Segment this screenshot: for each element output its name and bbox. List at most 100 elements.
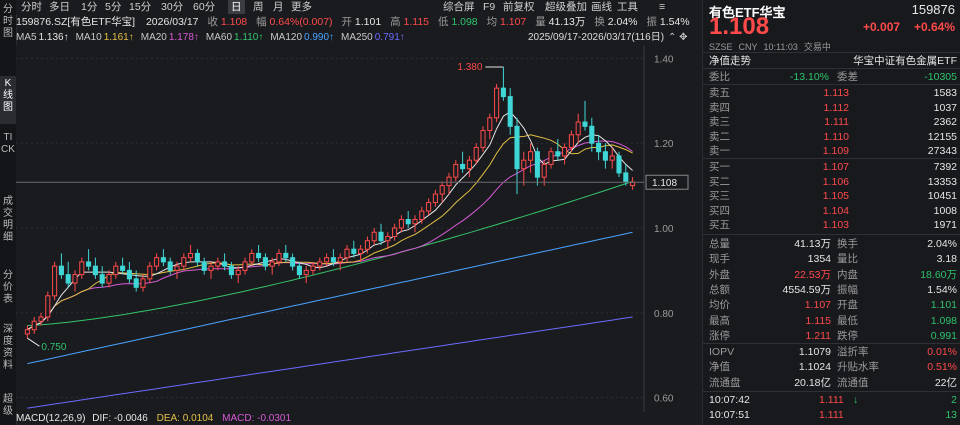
period-button-2[interactable]: 1分 <box>78 0 100 14</box>
iopv-row: 净值 1.1024 升贴水率 0.51% <box>709 360 957 374</box>
candle-body <box>548 151 554 165</box>
kline-chart-svg[interactable]: 1.40 1.20 1.00 0.80 0.60 1.380 0.750 1.108 <box>16 46 700 412</box>
ma-arrow-icon: ↑ <box>193 32 199 43</box>
stats-label: 换手 <box>837 238 858 250</box>
period-button-8[interactable]: 周 <box>250 0 267 14</box>
left-tab-1[interactable]: K线图 <box>0 76 16 124</box>
asks-price: 1.110 <box>823 130 850 143</box>
kline-chart[interactable]: 1.40 1.20 1.00 0.80 0.60 1.380 0.750 1.108 <box>16 46 700 412</box>
iopv-value: 0.01% <box>927 346 957 358</box>
y-tick-label: 0.60 <box>654 394 674 405</box>
candle-body <box>290 257 296 267</box>
collapse-icon[interactable]: ⌃ ✥ <box>668 31 688 45</box>
period-button-7[interactable]: 日 <box>228 0 245 14</box>
stats-value: 1.115 <box>805 314 832 327</box>
divider <box>703 68 960 69</box>
candle-body <box>188 252 194 259</box>
period-button-1[interactable]: 多日 <box>46 0 73 14</box>
candle-body <box>460 163 466 170</box>
stats-value: 1.098 <box>930 314 957 327</box>
candle-body <box>296 265 302 276</box>
bids-row[interactable]: 买三 1.105 10451 <box>709 189 957 203</box>
y-tick-label: 1.20 <box>654 139 674 150</box>
left-tab-2[interactable]: TICK <box>0 130 16 188</box>
tick-row: 10:07:51 1.111 13 <box>709 408 957 422</box>
tool-button-3[interactable]: 超级叠加 <box>542 0 590 14</box>
iopv-value: 0.51% <box>927 361 957 374</box>
stats-row: 总额 4554.59万 振幅 1.54% <box>709 283 957 297</box>
chart-background <box>16 46 700 412</box>
period-button-4[interactable]: 15分 <box>126 0 154 14</box>
date-range: 2025/09/17-2026/03/17(116日) <box>528 32 665 43</box>
close-label: 收 <box>207 16 218 28</box>
candle-body <box>371 231 377 242</box>
y-tick-label: 1.40 <box>654 54 674 65</box>
tool-button-2[interactable]: 前复权 <box>500 0 538 14</box>
ma-arrow-icon: ↑ <box>128 32 134 43</box>
asks-label: 卖三 <box>709 116 730 129</box>
period-button-9[interactable]: 月 <box>270 0 287 14</box>
nav-trend-link[interactable]: 净值走势 <box>709 55 751 67</box>
candle-body <box>167 261 173 271</box>
asks-row[interactable]: 卖二 1.110 12155 <box>709 130 957 144</box>
candle-body <box>426 202 432 212</box>
open-label: 开 <box>341 16 352 28</box>
candle-body <box>616 155 622 174</box>
left-tab-3[interactable]: 成交明细 <box>0 194 16 262</box>
window-menu-icon[interactable]: ≡ <box>656 0 668 14</box>
iopv-label: 流通盘 <box>709 376 741 389</box>
asks-label: 卖一 <box>709 145 730 158</box>
stats-row: 现手 1354 量比 3.18 <box>709 252 957 266</box>
stats-label: 现手 <box>709 253 730 266</box>
left-tab-4[interactable]: 分价表 <box>0 268 16 314</box>
period-button-6[interactable]: 60分 <box>190 0 218 14</box>
asks-row[interactable]: 卖一 1.109 27343 <box>709 144 957 158</box>
left-tab-6[interactable]: 超级 <box>0 392 16 424</box>
period-button-5[interactable]: 30分 <box>158 0 186 14</box>
macd-indicator-line: MACD(12,26,9) DIF: -0.0046 DEA: 0.0104 M… <box>16 412 700 425</box>
left-tab-5[interactable]: 深度资料 <box>0 322 16 384</box>
candle-body <box>228 265 234 276</box>
bids-price: 1.103 <box>822 219 849 232</box>
divider <box>703 343 960 344</box>
period-button-10[interactable]: 更多 <box>288 0 315 14</box>
candle-body <box>31 320 37 331</box>
change-label: 幅 <box>256 16 267 28</box>
dif-label: DIF: <box>92 413 112 424</box>
period-button-3[interactable]: 5分 <box>102 0 124 14</box>
bids-row[interactable]: 买五 1.103 1971 <box>709 218 957 232</box>
ma-value: 0.990 <box>304 32 330 43</box>
candle-body <box>453 163 459 178</box>
asks-row[interactable]: 卖三 1.111 2362 <box>709 115 957 129</box>
asks-row[interactable]: 卖四 1.112 1037 <box>709 101 957 115</box>
bids-label: 买二 <box>709 175 730 188</box>
candle-body <box>92 265 98 276</box>
tool-button-4[interactable]: 画线 <box>588 0 615 14</box>
stats-value: 2.04% <box>927 238 957 250</box>
candle-body <box>154 257 160 267</box>
left-tab-0[interactable]: 分时图 <box>0 2 16 44</box>
stats-label: 总量 <box>709 238 730 250</box>
iopv-label: 流通值 <box>837 376 869 389</box>
weibi-row: 委比 -13.10% 委差 -10305 <box>709 70 957 84</box>
ma-arrow-icon: ↑ <box>399 32 405 43</box>
bids-row[interactable]: 买一 1.107 7392 <box>709 160 957 174</box>
tool-button-0[interactable]: 综合屏 <box>440 0 478 14</box>
candle-body <box>147 265 153 280</box>
info-date: 2026/03/17 <box>145 16 199 28</box>
period-button-0[interactable]: 分时 <box>18 0 45 14</box>
avg-value: 1.107 <box>499 16 527 28</box>
bids-row[interactable]: 买二 1.106 13353 <box>709 175 957 189</box>
asks-row[interactable]: 卖五 1.113 1583 <box>709 86 957 100</box>
tool-button-1[interactable]: F9 <box>480 0 498 14</box>
ma-item-ma5: MA5 1.136↑ <box>16 32 69 43</box>
candle-body <box>555 151 561 157</box>
candle-body <box>412 219 418 225</box>
tool-button-5[interactable]: 工具 <box>614 0 641 14</box>
candle-body <box>378 231 384 242</box>
bids-volume: 7392 <box>933 161 957 173</box>
bids-row[interactable]: 买四 1.104 1008 <box>709 204 957 218</box>
stats-label: 总额 <box>709 283 730 296</box>
asks-volume: 12155 <box>927 130 957 143</box>
candle-body <box>364 240 370 250</box>
